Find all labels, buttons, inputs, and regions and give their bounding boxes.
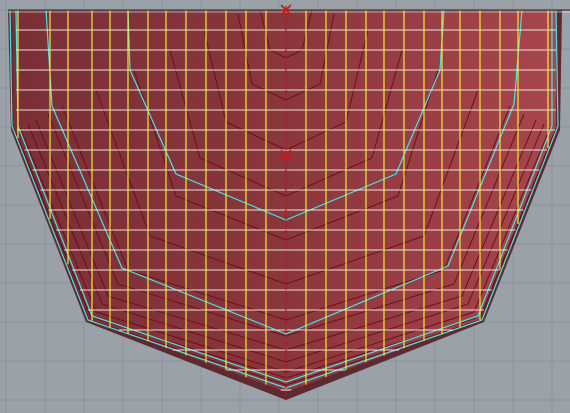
hull-scene[interactable] — [0, 0, 570, 413]
3d-viewport[interactable] — [0, 0, 570, 413]
hull-body — [8, 10, 562, 400]
